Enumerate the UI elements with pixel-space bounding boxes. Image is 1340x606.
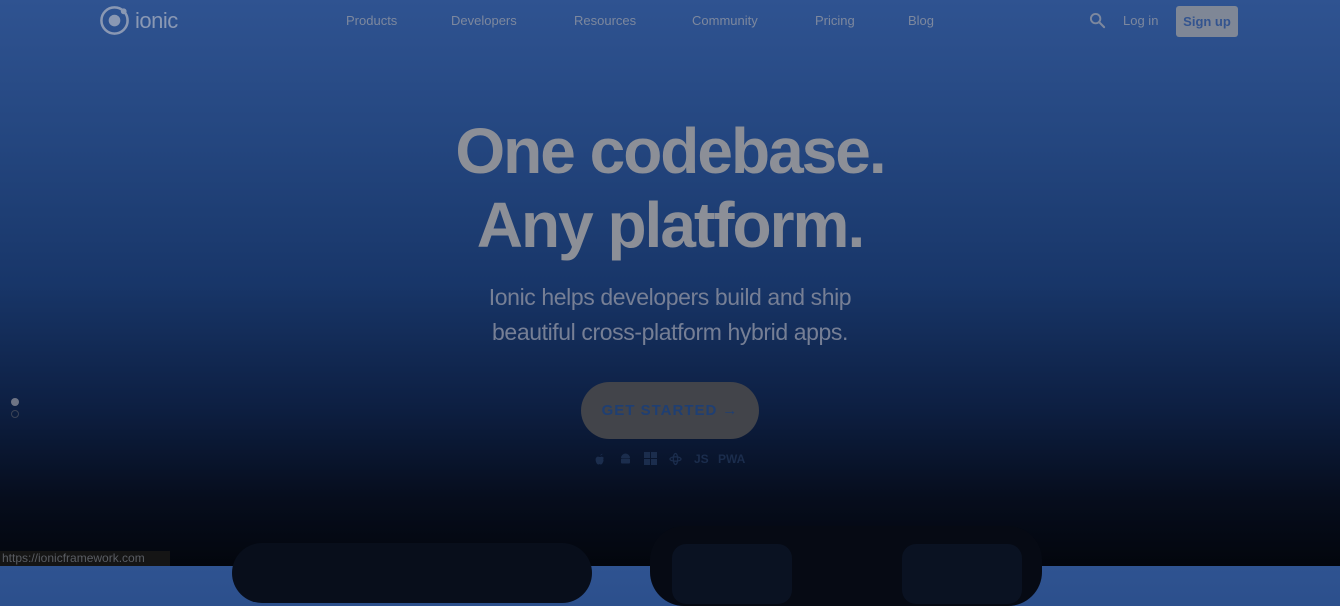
device-screen: [672, 544, 792, 604]
nav-link-products[interactable]: Products: [346, 13, 397, 28]
pwa-badge: PWA: [718, 452, 746, 466]
ionic-logo-icon: [100, 6, 129, 35]
device-screen: [902, 544, 1022, 604]
logo-wordmark: ionic: [135, 7, 178, 33]
signup-button[interactable]: Sign up: [1176, 6, 1238, 37]
arrow-right-icon: →: [722, 402, 739, 419]
hero-subtitle-line1: Ionic helps developers build and ship: [488, 284, 852, 310]
platform-icons: JS PWA: [594, 450, 746, 468]
nav-link-blog[interactable]: Blog: [908, 13, 934, 28]
top-nav: ionic Products Developers Resources Comm…: [0, 0, 1340, 42]
android-icon: [621, 453, 630, 464]
windows-icon: [644, 452, 657, 465]
hero-subtitle-line2: beautiful cross-platform hybrid apps.: [492, 319, 848, 345]
nav-link-pricing[interactable]: Pricing: [815, 13, 855, 28]
slide-indicator[interactable]: [11, 410, 19, 418]
hero-title-line2: Any platform.: [476, 189, 865, 261]
device-mockup-right: [650, 526, 1042, 606]
get-started-button[interactable]: GET STARTED →: [581, 382, 759, 439]
search-icon[interactable]: [1089, 12, 1106, 29]
slide-indicator-active[interactable]: [11, 398, 19, 406]
ionic-logo[interactable]: ionic: [99, 5, 178, 36]
nav-link-resources[interactable]: Resources: [574, 13, 636, 28]
nav-link-developers[interactable]: Developers: [451, 13, 517, 28]
status-bar-url: https://ionicframework.com: [0, 551, 170, 566]
nav-link-community[interactable]: Community: [692, 13, 758, 28]
device-mockup-left: [232, 543, 592, 603]
js-badge: JS: [694, 452, 709, 466]
electron-icon: [669, 452, 682, 466]
hero-title-line1: One codebase.: [455, 115, 886, 187]
get-started-label: GET STARTED: [601, 402, 718, 419]
login-link[interactable]: Log in: [1123, 13, 1158, 28]
apple-icon: [595, 453, 604, 465]
